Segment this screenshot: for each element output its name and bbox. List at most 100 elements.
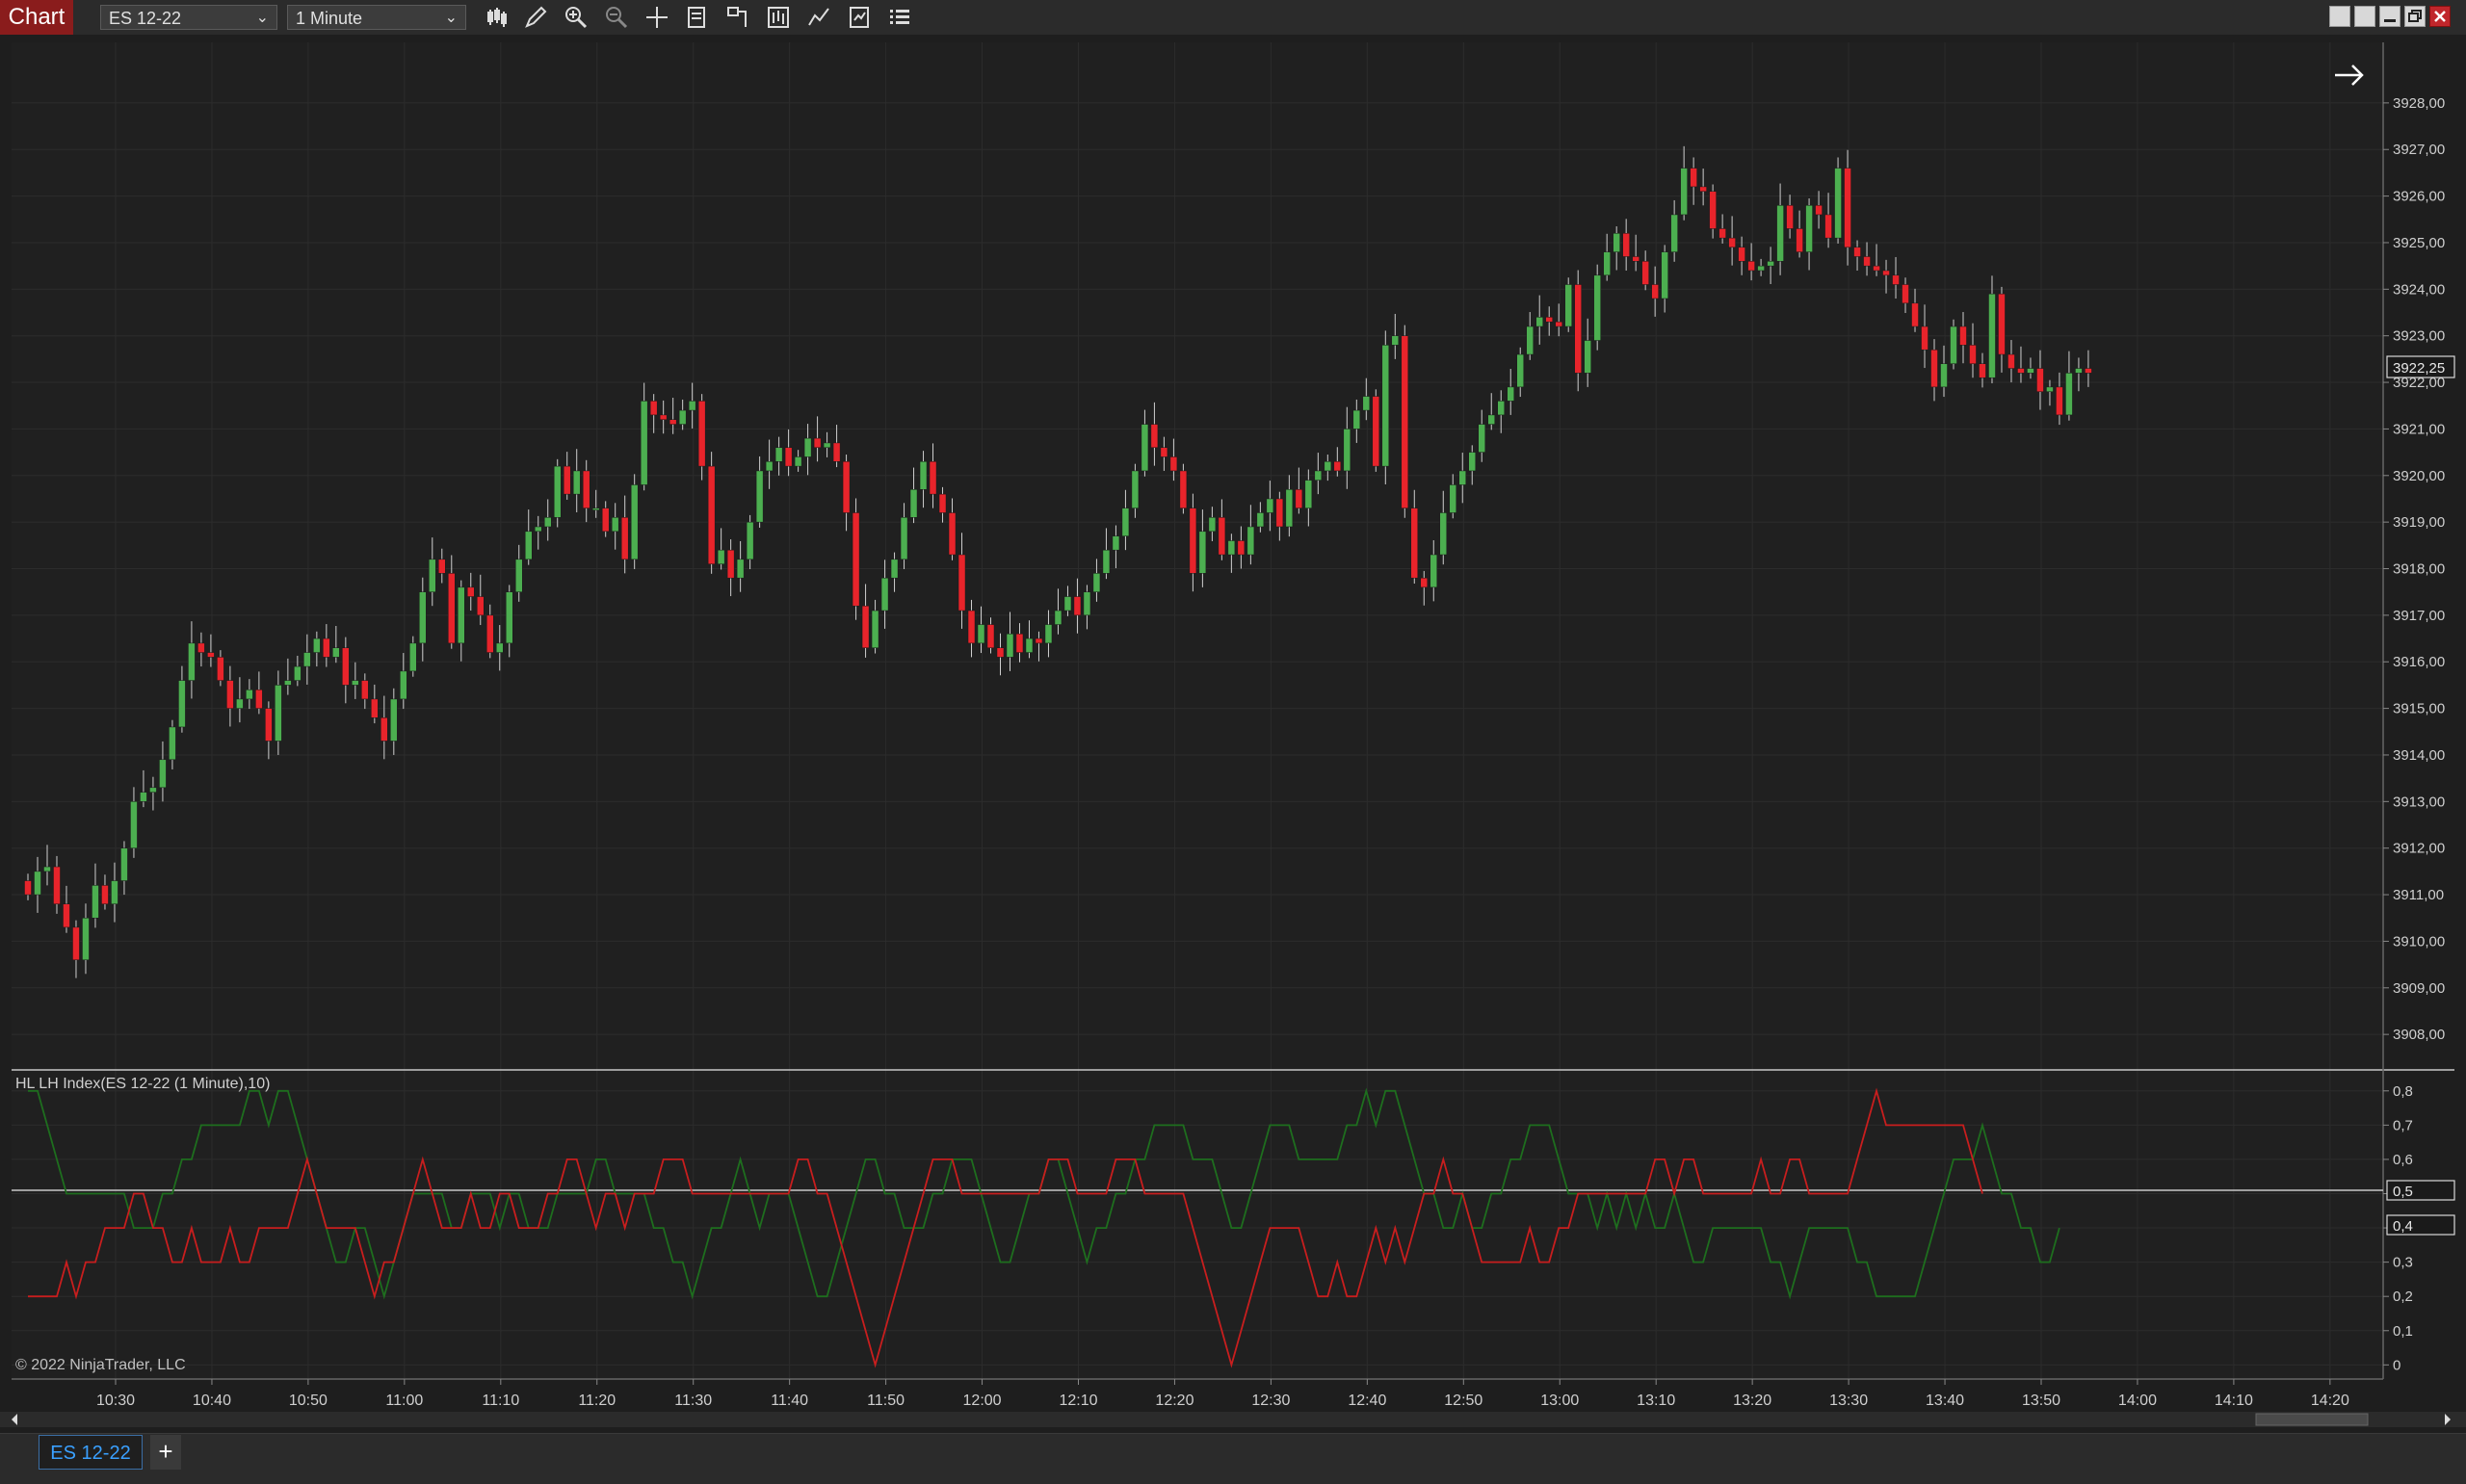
cascade-window-button[interactable] (2354, 6, 2375, 27)
menu-list-icon[interactable] (886, 4, 913, 31)
price-tick-label: 3917,00 (2393, 608, 2445, 624)
candle-up (178, 680, 186, 728)
candle-down (1844, 168, 1851, 248)
tile-window-button[interactable] (2329, 6, 2350, 27)
candle-up (591, 508, 600, 510)
candle-up (2075, 368, 2083, 374)
candle-down (101, 885, 109, 904)
candle-down (697, 401, 706, 467)
properties-icon[interactable] (846, 4, 873, 31)
candle-up (1391, 335, 1400, 346)
candle-down (342, 647, 350, 686)
candle-up (1285, 489, 1294, 528)
candle-up (1526, 325, 1534, 355)
candle-down (1921, 325, 1928, 351)
candle-down (1699, 186, 1707, 193)
candle-up (1430, 554, 1438, 588)
candle-down (1969, 345, 1977, 364)
crosshair-icon[interactable] (643, 4, 670, 31)
candle-down (380, 717, 388, 742)
time-tick-label: 13:20 (1733, 1393, 1771, 1409)
price-tag-text: 3922,25 (2393, 360, 2445, 377)
candle-up (1044, 624, 1053, 644)
candle-up (1141, 424, 1149, 472)
instrument-selector[interactable]: ES 12-22 ⌄ (100, 5, 277, 30)
candle-up (140, 792, 147, 802)
candle-up (553, 465, 562, 518)
chart-canvas[interactable]: 3908,00 3909,00 3910,00 3911,00 3912,00 3913,… (0, 35, 2466, 1433)
candle-up (332, 647, 340, 658)
time-tick-label: 11:50 (867, 1393, 905, 1409)
candle-down (948, 512, 957, 556)
candle-up (1487, 414, 1495, 425)
candle-down (582, 470, 590, 508)
minimize-button[interactable] (2379, 6, 2400, 27)
candle-down (1786, 205, 1794, 229)
time-tick-label: 11:30 (674, 1393, 712, 1409)
zoom-in-icon[interactable] (563, 4, 590, 31)
templates-icon[interactable] (724, 4, 751, 31)
candle-down (1295, 489, 1303, 508)
scrollbar-thumb[interactable] (2255, 1413, 2369, 1426)
candle-down (669, 419, 677, 425)
candle-up (1131, 470, 1140, 508)
indicator-tag-upper-text: 0,5 (2393, 1184, 2413, 1200)
candle-down (1892, 274, 1900, 285)
indicator-tick-label: 0,1 (2393, 1323, 2413, 1340)
time-tick-label: 14:20 (2311, 1393, 2349, 1409)
candle-up (1507, 386, 1514, 402)
candle-down (2056, 386, 2063, 416)
candle-down (958, 554, 966, 612)
time-tick-label: 11:20 (578, 1393, 616, 1409)
candle-up (1593, 274, 1601, 341)
horizontal-scrollbar[interactable] (0, 1412, 2466, 1427)
candle-down (707, 465, 716, 564)
zoom-out-icon[interactable] (603, 4, 630, 31)
candle-up (1092, 573, 1101, 592)
candle-down (197, 642, 205, 653)
candle-up (246, 690, 253, 700)
candle-up (1670, 214, 1678, 252)
candle-down (1189, 508, 1197, 574)
restore-button[interactable] (2404, 6, 2426, 27)
copyright-text: © 2022 NinjaTrader, LLC (15, 1357, 186, 1373)
indicator-panel[interactable] (12, 1071, 2383, 1379)
candle-down (726, 549, 735, 579)
candle-up (1834, 168, 1842, 239)
data-box-icon[interactable] (684, 4, 711, 31)
tab-instrument[interactable]: ES 12-22 (39, 1435, 143, 1470)
bar-type-icon[interactable] (484, 4, 511, 31)
candle-up (303, 652, 311, 667)
candle-down (1015, 633, 1024, 653)
price-tick-label: 3913,00 (2393, 794, 2445, 810)
strategies-icon[interactable] (765, 4, 792, 31)
candle-up (169, 726, 176, 761)
indicator-tick-label: 0,6 (2393, 1152, 2413, 1168)
indicator-tick-label: 0,8 (2393, 1083, 2413, 1100)
candle-up (92, 885, 99, 919)
candle-up (236, 698, 244, 709)
interval-selector[interactable]: 1 Minute ⌄ (287, 5, 466, 30)
candle-up (736, 559, 745, 579)
candle-up (188, 642, 196, 681)
price-tick-label: 3908,00 (2393, 1027, 2445, 1043)
candle-up (2065, 373, 2073, 416)
candle-up (1208, 517, 1217, 533)
drawing-tool-icon[interactable] (522, 4, 549, 31)
candle-up (524, 531, 533, 560)
price-tag: 3922,25 (2386, 355, 2455, 378)
candle-down (265, 708, 273, 742)
close-button[interactable] (2429, 6, 2451, 27)
candle-up (409, 642, 417, 672)
candle-up (1324, 461, 1332, 472)
candle-up (1603, 251, 1611, 276)
candle-down (1410, 508, 1419, 579)
candle-up (111, 880, 118, 904)
candle-down (2017, 368, 2025, 374)
candle-down (1218, 517, 1226, 556)
candle-down (371, 698, 379, 718)
indicators-icon[interactable] (805, 4, 832, 31)
add-tab-button[interactable]: + (150, 1435, 181, 1470)
candle-up (43, 866, 51, 872)
candle-down (1911, 302, 1919, 327)
